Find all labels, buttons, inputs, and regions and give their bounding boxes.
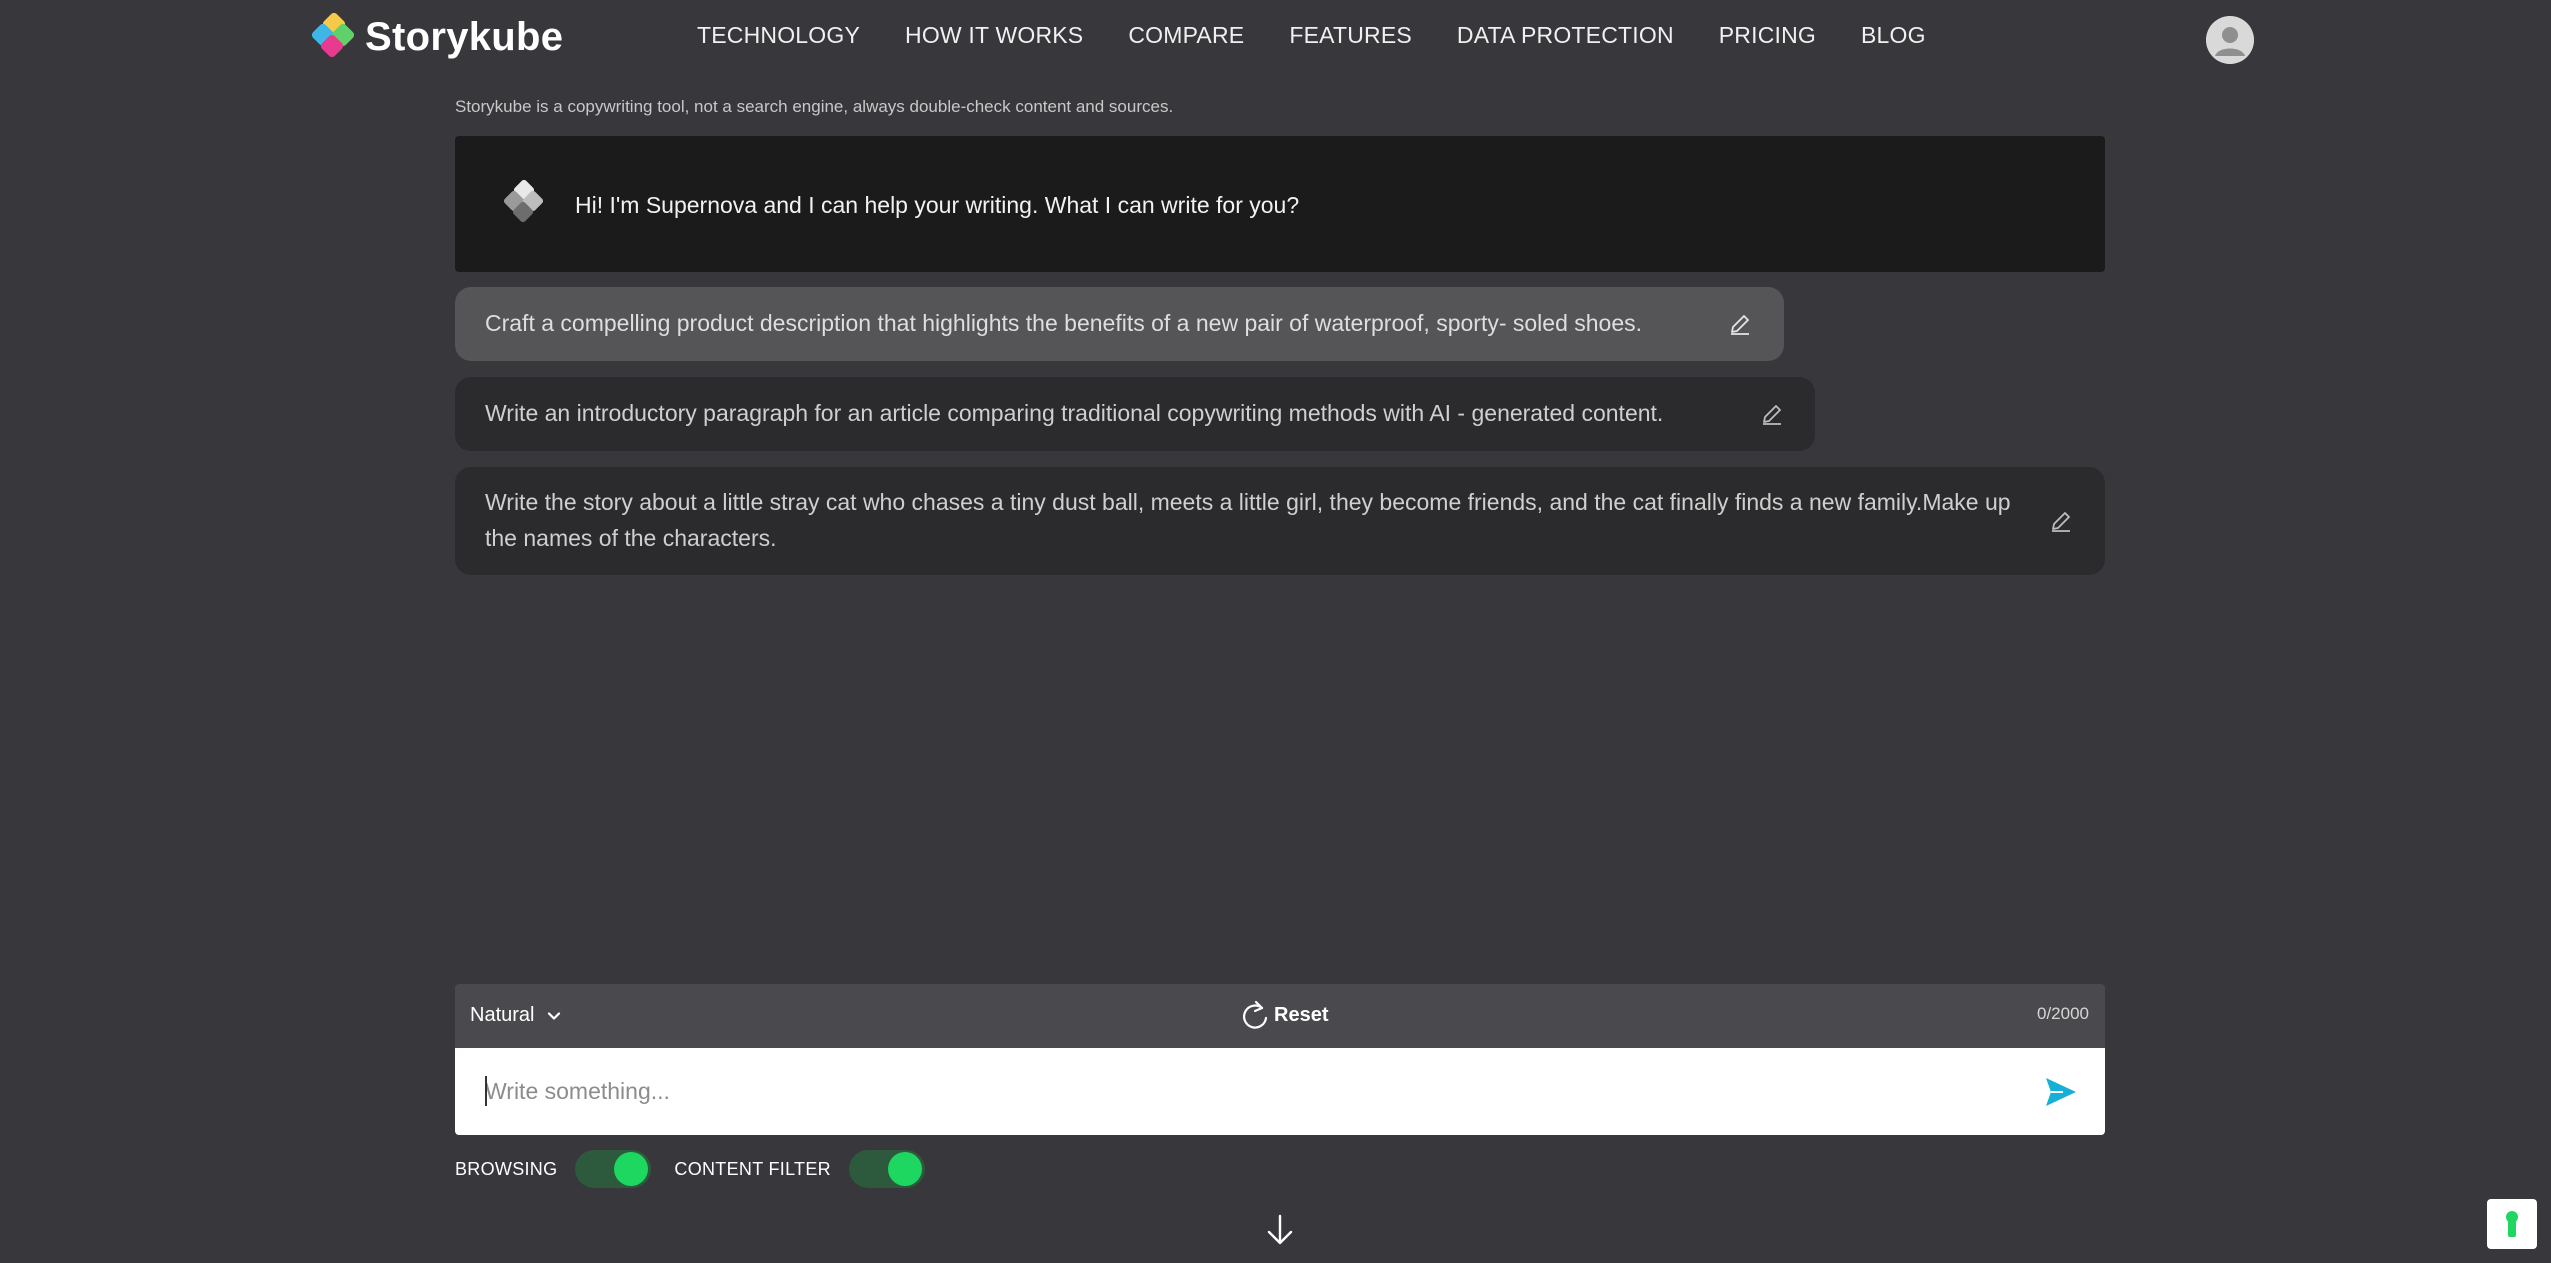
greeting-message: Hi! I'm Supernova and I can help your wr… (575, 192, 1300, 218)
suggestion-item[interactable]: Write an introductory paragraph for an a… (455, 377, 1815, 451)
user-avatar[interactable] (2206, 16, 2254, 64)
storykube-logo-icon (311, 13, 355, 58)
support-widget-button[interactable] (2487, 1199, 2537, 1249)
supernova-bot-icon (503, 179, 544, 223)
nav-compare[interactable]: COMPARE (1128, 22, 1244, 49)
nav-pricing[interactable]: PRICING (1719, 22, 1816, 49)
prompt-input[interactable] (485, 1070, 1985, 1112)
toggle-knob (887, 1152, 922, 1186)
reset-label: Reset (1274, 1003, 1329, 1026)
pencil-icon[interactable] (2049, 509, 2073, 533)
tone-mode-value: Natural (470, 1004, 535, 1026)
toggle-knob (614, 1152, 649, 1186)
nav-data-protection[interactable]: DATA PROTECTION (1457, 22, 1674, 49)
option-toggles: BROWSING CONTENT FILTER (455, 1150, 948, 1188)
tone-mode-dropdown[interactable]: Natural (470, 1004, 562, 1027)
suggestion-item[interactable]: Write the story about a little stray cat… (455, 467, 2105, 575)
send-icon[interactable] (2043, 1074, 2079, 1110)
suggestion-item[interactable]: Craft a compelling product description t… (455, 287, 1784, 361)
keyhole-icon (2506, 1211, 2518, 1237)
content-filter-toggle[interactable] (848, 1150, 925, 1188)
nav-blog[interactable]: BLOG (1861, 22, 1926, 49)
character-counter: 0/2000 (2037, 1004, 2089, 1023)
reset-button[interactable]: Reset (1240, 998, 1328, 1032)
refresh-icon (1243, 1000, 1268, 1029)
suggestion-text: Write an introductory paragraph for an a… (485, 400, 1664, 426)
suggestion-text: Craft a compelling product description t… (485, 310, 1643, 336)
browsing-label: BROWSING (455, 1158, 558, 1179)
content-filter-label: CONTENT FILTER (674, 1158, 831, 1179)
text-caret (485, 1076, 487, 1106)
top-navigation-bar: Storykube TECHNOLOGY HOW IT WORKS COMPAR… (0, 0, 2551, 78)
arrow-down-icon[interactable] (1265, 1213, 1295, 1247)
prompt-input-container (455, 1048, 2105, 1135)
page: Storykube TECHNOLOGY HOW IT WORKS COMPAR… (0, 0, 2551, 1263)
browsing-toggle[interactable] (575, 1150, 652, 1188)
storykube-logo[interactable]: Storykube (308, 12, 563, 62)
chevron-down-icon (548, 1011, 561, 1020)
disclaimer-text: Storykube is a copywriting tool, not a s… (455, 97, 1174, 116)
pencil-icon[interactable] (1760, 402, 1784, 426)
nav-features[interactable]: FEATURES (1289, 22, 1412, 49)
main-nav: TECHNOLOGY HOW IT WORKS COMPARE FEATURES… (697, 22, 1971, 49)
assistant-greeting: Hi! I'm Supernova and I can help your wr… (455, 136, 2105, 272)
brand-name: Storykube (365, 14, 564, 59)
suggestion-text: Write the story about a little stray cat… (485, 489, 2011, 551)
user-icon (2206, 16, 2254, 64)
nav-how-it-works[interactable]: HOW IT WORKS (905, 22, 1083, 49)
composer-toolbar: Natural Reset 0/2000 (455, 984, 2105, 1048)
pencil-icon[interactable] (1728, 312, 1752, 336)
nav-technology[interactable]: TECHNOLOGY (697, 22, 860, 49)
